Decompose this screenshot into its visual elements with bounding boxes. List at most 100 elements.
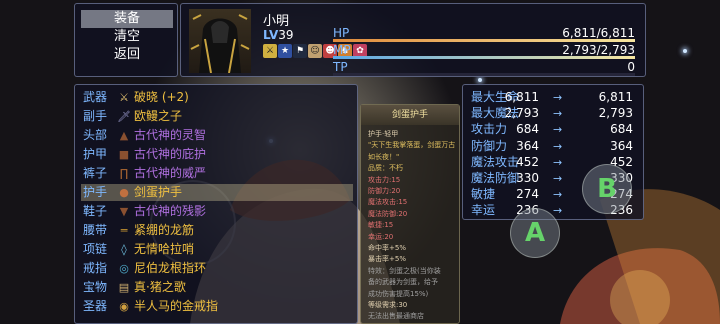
- item-description-line: 备的武器为剑蛋，给予: [368, 278, 438, 287]
- item-description-line: 如长夜！": [368, 152, 400, 161]
- sword-buff-icon: ⚔: [263, 44, 277, 58]
- scroll-icon: ▤: [118, 281, 130, 294]
- item-description-line: 命中率+5%: [368, 244, 406, 252]
- equipment-item-name: 无情哈拉哨: [134, 242, 195, 256]
- equipment-item-name: 破晓 (+2): [134, 90, 189, 104]
- equipment-item-name: 古代神的残影: [134, 204, 207, 218]
- equipment-slot-label: 鞋子: [83, 204, 108, 218]
- equipment-slot-row[interactable]: 宝物 ▤ 真·猪之歌: [81, 279, 353, 296]
- param-current-value: 274: [516, 187, 539, 202]
- dagger-icon: 🗡: [117, 110, 131, 123]
- gauntlet-icon: ●: [119, 186, 129, 199]
- item-description-line: 攻击力:15: [368, 175, 401, 184]
- param-name: 防御力: [471, 138, 508, 153]
- equipment-item-name: 古代神的庇护: [134, 147, 207, 161]
- flag-icon: ⚑: [293, 44, 307, 58]
- mp-value: 2,793/2,793: [562, 43, 635, 57]
- item-description-line: 无法出售最通商店: [368, 312, 424, 321]
- equipment-slot-row[interactable]: 腰带 ═ 紧绷的龙筋: [81, 222, 353, 239]
- equipment-item-name: 古代神的灵智: [134, 128, 207, 142]
- equipment-slot-label: 武器: [83, 90, 108, 104]
- equipment-slot-label: 护甲: [83, 147, 108, 161]
- equipment-slot-row[interactable]: 项链 ◊ 无情哈拉哨: [81, 241, 353, 258]
- param-row: 防御力 364 → 364: [469, 138, 641, 155]
- equipment-slot-list: 武器 ⚔ 破晓 (+2) 副手 🗡 欧鳗之子 头部 ▲ 古代神的灵智护甲 ■ 古代神的庇护 裤子 ∏ 古代…: [74, 84, 358, 324]
- param-row: 攻击力 684 → 684: [469, 121, 641, 138]
- param-current-value: 330: [516, 171, 539, 185]
- mp-gauge: [333, 56, 635, 59]
- hp-label: HP: [333, 26, 350, 40]
- equipment-slot-row[interactable]: 圣器 ◉ 半人马的金戒指: [81, 298, 353, 315]
- equipment-slot-label: 腰带: [83, 223, 108, 237]
- actor-level: LV39: [263, 28, 294, 42]
- equipment-slot-row[interactable]: 护手 ● 剑蛋护手: [81, 184, 353, 201]
- level-label: LV: [263, 28, 279, 42]
- equipment-slot-label: 头部: [83, 128, 108, 142]
- command-menu: 装备 清空 返回: [74, 3, 178, 77]
- param-new-value: 684: [610, 122, 633, 137]
- equipment-slot-label: 圣器: [83, 299, 108, 313]
- item-description-line: 成功伤害提高15%): [368, 289, 429, 298]
- menu-equip[interactable]: 装备: [81, 10, 173, 28]
- right-arrow-icon: →: [553, 123, 563, 137]
- equipment-slot-row[interactable]: 副手 🗡 欧鳗之子: [81, 108, 353, 125]
- equipment-slot-row[interactable]: 武器 ⚔ 破晓 (+2): [81, 89, 353, 106]
- param-name: 魔法防御: [471, 171, 520, 185]
- menu-back[interactable]: 返回: [81, 46, 173, 64]
- tp-value: 0: [627, 60, 635, 74]
- item-description-line: 防御力:20: [368, 187, 401, 195]
- param-row: 最大魔法 2,793 → 2,793: [469, 105, 641, 122]
- equipment-slot-row[interactable]: 鞋子 ▼ 古代神的残影: [81, 203, 353, 220]
- boots-icon: ▼: [119, 205, 129, 218]
- item-description-title: 剑蛋护手: [361, 105, 459, 125]
- mp-label: MP: [333, 43, 351, 57]
- right-arrow-icon: →: [553, 91, 563, 104]
- a-button[interactable]: A: [510, 208, 560, 258]
- param-name: 魔法攻击: [471, 154, 520, 169]
- equipment-item-name: 半人马的金戒指: [134, 299, 219, 313]
- equipment-slot-label: 宝物: [83, 280, 108, 294]
- right-arrow-icon: →: [553, 188, 563, 202]
- b-button[interactable]: B: [582, 164, 632, 214]
- param-current-value: 6,811: [504, 90, 539, 104]
- item-description-window: 剑蛋护手 护手·轻甲 "天下生我掌落蛋，剑蛋万古 如长夜！" 品质：不朽 攻击力:15 防…: [360, 104, 460, 324]
- item-description-line: 魔法防御:20: [368, 209, 408, 218]
- item-description-line: 暴击率+5%: [368, 255, 406, 264]
- param-current-value: 684: [516, 122, 539, 137]
- equipment-item-name: 尼伯龙根指环: [134, 261, 207, 275]
- helmet-icon: ▲: [119, 129, 129, 142]
- item-description-line: 魔法攻击:15: [368, 198, 408, 207]
- tp-gauge: [333, 73, 635, 76]
- equipment-slot-row[interactable]: 戒指 ◎ 尼伯龙根指环: [81, 260, 353, 277]
- param-new-value: 6,811: [598, 90, 633, 104]
- equipment-item-name: 古代神的威严: [134, 166, 207, 180]
- item-description-line: 特效：剑蛋之极(当你装: [368, 266, 441, 275]
- sparkle-decoration: [478, 78, 482, 82]
- param-current-value: 2,793: [504, 106, 539, 121]
- param-name: 幸运: [471, 203, 496, 218]
- actor-name: 小明: [263, 14, 290, 29]
- equipment-slot-row[interactable]: 头部 ▲ 古代神的灵智: [81, 127, 353, 144]
- menu-clear[interactable]: 清空: [81, 28, 173, 46]
- actor-portrait: [189, 9, 251, 73]
- item-description-line: 等级需求:30: [368, 301, 408, 309]
- equipment-slot-row[interactable]: 护甲 ■ 古代神的庇护: [81, 146, 353, 163]
- level-value: 39: [278, 28, 294, 42]
- equipment-slot-row[interactable]: 裤子 ∏ 古代神的威严: [81, 165, 353, 182]
- param-new-value: 364: [610, 138, 633, 153]
- item-description-line: "天下生我掌落蛋，剑蛋万古: [368, 141, 456, 150]
- ring-icon: ◎: [119, 262, 129, 275]
- param-new-value: 2,793: [598, 106, 633, 121]
- hp-gauge: [333, 39, 635, 42]
- param-name: 攻击力: [471, 122, 508, 137]
- sword-icon: ⚔: [119, 91, 129, 104]
- equipment-slot-label: 护手: [83, 185, 108, 199]
- sparkle-decoration: [683, 49, 687, 53]
- param-current-value: 452: [516, 154, 539, 169]
- relic-icon: ◉: [119, 300, 129, 313]
- param-row: 最大生命 6,811 → 6,811: [469, 89, 641, 106]
- face-icon: ☺: [308, 44, 322, 58]
- equipment-item-name: 欧鳗之子: [134, 109, 183, 123]
- param-name: 敏捷: [471, 187, 496, 202]
- item-description-line: 幸运:20: [368, 232, 394, 241]
